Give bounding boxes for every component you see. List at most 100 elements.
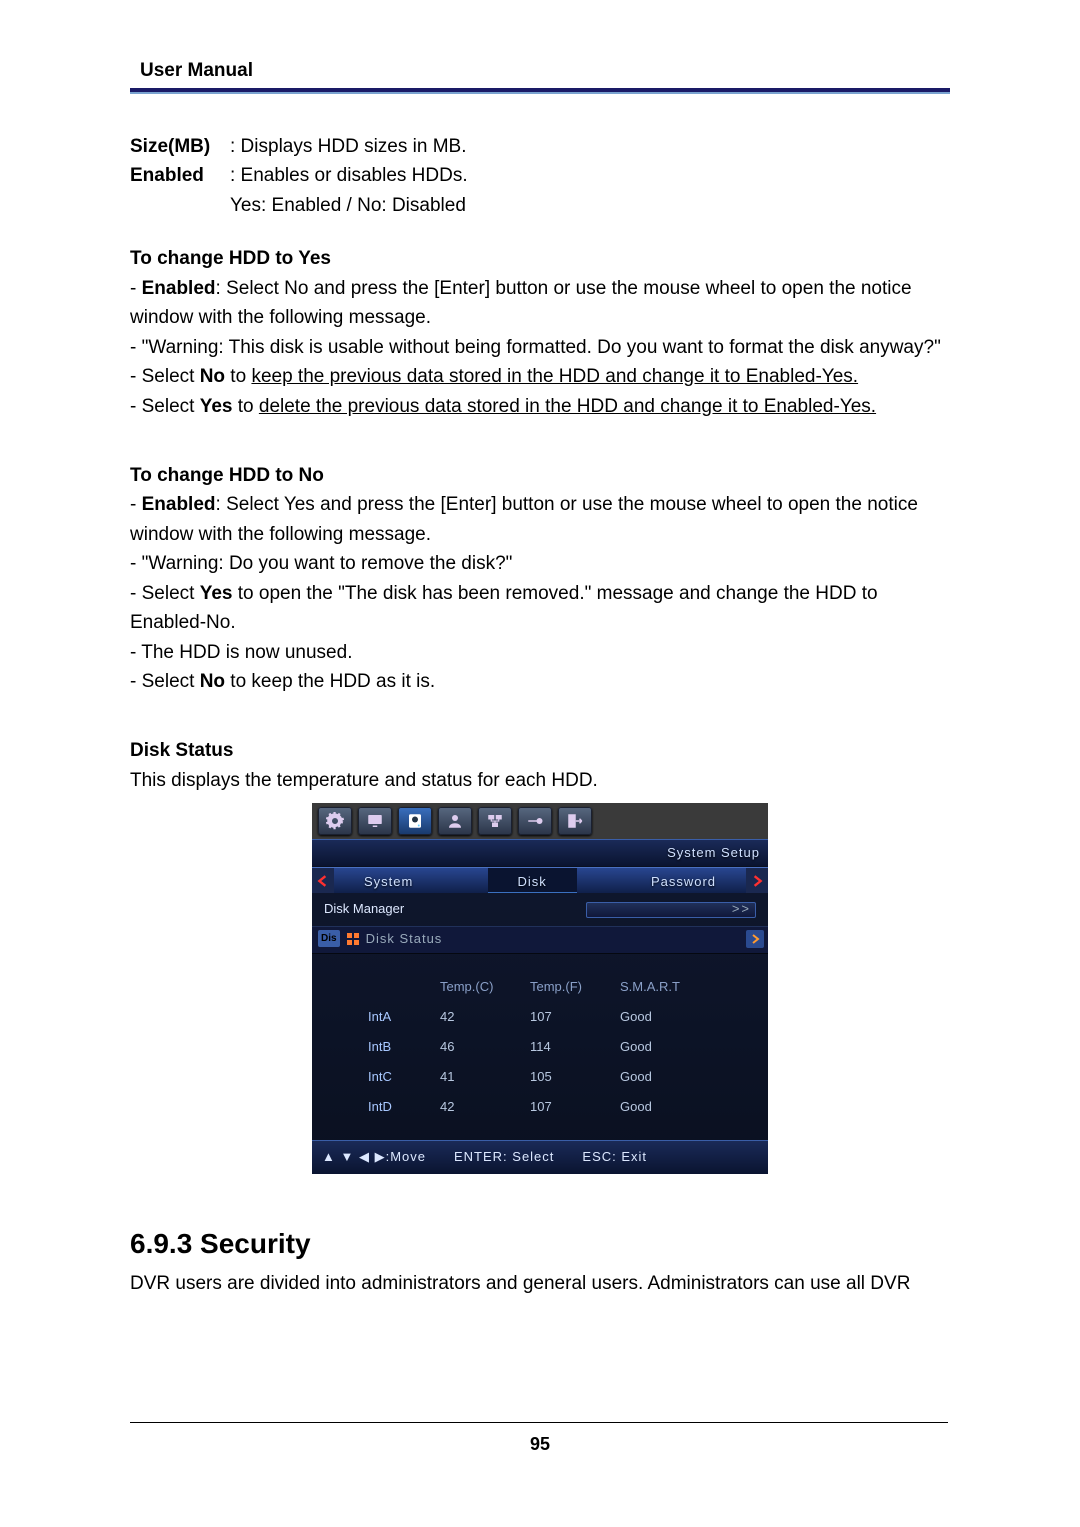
disk-status-title: Disk Status — [130, 736, 950, 765]
to-yes-l1: - Enabled: Select No and press the [Ente… — [130, 274, 950, 333]
header-rule — [130, 88, 950, 92]
cell: Good — [620, 1097, 730, 1117]
to-yes-title: To change HDD to Yes — [130, 244, 950, 273]
text: Yes — [200, 396, 233, 417]
table-header-row: Temp.(C) Temp.(F) S.M.A.R.T — [360, 972, 746, 1002]
tab-system[interactable]: System — [334, 868, 443, 893]
doc-header: User Manual — [130, 60, 950, 88]
submenu-bar: Dis Disk Status — [312, 926, 768, 954]
chevrons-icon: >> — [732, 899, 751, 919]
text: to open the "The disk has been removed."… — [130, 583, 878, 633]
monitor-icon[interactable] — [358, 807, 392, 835]
text: No — [200, 366, 225, 387]
col-tempc: Temp.(C) — [440, 977, 530, 997]
text: - Select — [130, 396, 200, 417]
dvr-toolbar — [312, 803, 768, 839]
to-no-l5: - Select No to keep the HDD as it is. — [130, 667, 950, 696]
security-para: DVR users are divided into administrator… — [130, 1269, 950, 1298]
col-tempf: Temp.(F) — [530, 977, 620, 997]
text: - Select — [130, 366, 200, 387]
text: to keep the HDD as it is. — [225, 671, 435, 692]
def-size-desc: : Displays HDD sizes in MB. — [230, 132, 467, 161]
to-yes-l2: - "Warning: This disk is usable without … — [130, 333, 950, 362]
text: Enabled — [142, 278, 216, 299]
cell: 114 — [530, 1037, 620, 1057]
submenu-right-arrow-icon[interactable] — [746, 930, 764, 948]
col-blank — [360, 977, 440, 997]
tab-password[interactable]: Password — [621, 868, 746, 893]
def-size-label: Size(MB) — [130, 132, 230, 161]
exit-icon[interactable] — [558, 807, 592, 835]
settings2-icon[interactable] — [518, 807, 552, 835]
to-yes-l3: - Select No to keep the previous data st… — [130, 362, 950, 391]
footer-esc: ESC: Exit — [582, 1147, 647, 1167]
table-row: IntA 42 107 Good — [360, 1002, 746, 1032]
submenu-label: Disk Status — [366, 929, 443, 949]
text: Yes — [200, 583, 233, 604]
table-row: IntC 41 105 Good — [360, 1062, 746, 1092]
disk-status-desc: This displays the temperature and status… — [130, 766, 950, 795]
table-row: IntD 42 107 Good — [360, 1092, 746, 1122]
dvr-footer: ▲ ▼ ◀ ▶:Move ENTER: Select ESC: Exit — [312, 1140, 768, 1173]
breadcrumb: System Setup — [312, 839, 768, 867]
text: - Select — [130, 583, 200, 604]
text: : Select No and press the [Enter] button… — [130, 278, 912, 328]
user-icon[interactable] — [438, 807, 472, 835]
text: delete the previous data stored in the H… — [259, 396, 876, 417]
cell: 107 — [530, 1097, 620, 1117]
cell: 46 — [440, 1037, 530, 1057]
grid-icon — [346, 932, 360, 946]
cell: 42 — [440, 1097, 530, 1117]
cell: 41 — [440, 1067, 530, 1087]
def-enabled-desc: : Enables or disables HDDs. — [230, 161, 468, 190]
hdd-icon[interactable] — [398, 807, 432, 835]
cell: IntC — [360, 1067, 440, 1087]
footer-move: ▲ ▼ ◀ ▶:Move — [322, 1147, 426, 1167]
cell: 105 — [530, 1067, 620, 1087]
text: to — [232, 396, 258, 417]
tab-right-arrow-icon[interactable] — [746, 868, 768, 893]
text: - — [130, 278, 142, 299]
tab-disk[interactable]: Disk — [488, 868, 577, 893]
cell: Good — [620, 1037, 730, 1057]
cell: IntD — [360, 1097, 440, 1117]
arrow-keys-icon: ▲ ▼ ◀ ▶ — [322, 1149, 386, 1164]
tab-bar: System Disk Password — [312, 867, 768, 893]
to-no-title: To change HDD to No — [130, 461, 950, 490]
to-no-l2: - "Warning: Do you want to remove the di… — [130, 549, 950, 578]
section-heading-security: 6.9.3 Security — [130, 1222, 950, 1265]
side-badge: Dis — [318, 930, 340, 948]
cell: IntB — [360, 1037, 440, 1057]
gear-icon[interactable] — [318, 807, 352, 835]
col-smart: S.M.A.R.T — [620, 977, 730, 997]
page-number: 95 — [0, 1434, 1080, 1455]
section-label: Disk Manager — [324, 899, 404, 919]
table-row: IntB 46 114 Good — [360, 1032, 746, 1062]
def-enabled-label: Enabled — [130, 161, 230, 190]
text: - — [130, 494, 142, 515]
cell: Good — [620, 1007, 730, 1027]
text: :Move — [386, 1149, 426, 1164]
section-input[interactable]: >> — [586, 902, 756, 918]
cell: 107 — [530, 1007, 620, 1027]
to-no-l3: - Select Yes to open the "The disk has b… — [130, 579, 950, 638]
text: Enabled — [142, 494, 216, 515]
footer-rule — [130, 1422, 948, 1423]
network-icon[interactable] — [478, 807, 512, 835]
cell: Good — [620, 1067, 730, 1087]
tab-left-arrow-icon[interactable] — [312, 868, 334, 893]
text: - Select — [130, 671, 200, 692]
text: to — [225, 366, 251, 387]
to-no-l1: - Enabled: Select Yes and press the [Ent… — [130, 490, 950, 549]
def-enabled-desc2: Yes: Enabled / No: Disabled — [130, 191, 950, 220]
footer-enter: ENTER: Select — [454, 1147, 554, 1167]
text: : Select Yes and press the [Enter] butto… — [130, 494, 918, 544]
section-bar: Disk Manager >> — [312, 893, 768, 925]
to-no-l4: - The HDD is now unused. — [130, 638, 950, 667]
disk-status-table: Temp.(C) Temp.(F) S.M.A.R.T IntA 42 107 … — [360, 972, 746, 1123]
to-yes-l4: - Select Yes to delete the previous data… — [130, 392, 950, 421]
cell: IntA — [360, 1007, 440, 1027]
dvr-screenshot: System Setup System Disk Password Disk M… — [312, 803, 768, 1173]
text: keep the previous data stored in the HDD… — [251, 366, 858, 387]
cell: 42 — [440, 1007, 530, 1027]
